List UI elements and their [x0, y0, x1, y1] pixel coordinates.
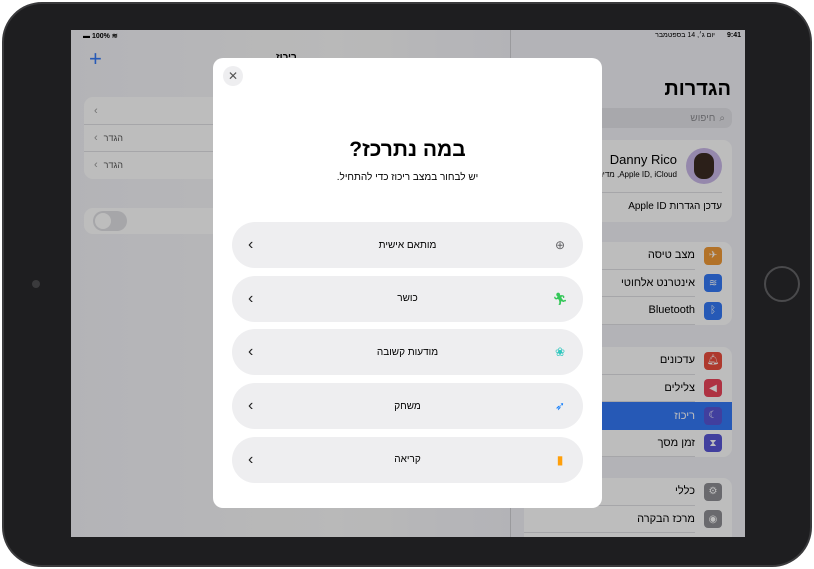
rocket-icon: ➶ — [554, 399, 566, 414]
camera — [32, 280, 40, 288]
modal-subtitle: יש לבחור במצב ריכוז כדי להתחיל. — [336, 172, 479, 183]
focus-option[interactable]: ‹ קריאה ▮ — [232, 436, 583, 483]
modal-title: במה נתרכז? — [349, 138, 466, 161]
book-icon: ▮ — [556, 452, 564, 467]
focus-option[interactable]: ‹ משחק ➶ — [232, 383, 583, 430]
focus-option-label: מותאם אישית — [378, 239, 437, 251]
focus-option[interactable]: ‹ כושר 🏃︎ — [232, 275, 583, 322]
home-button[interactable] — [764, 266, 800, 302]
focus-option-label: כושר — [397, 293, 418, 305]
focus-option-label: קריאה — [394, 454, 421, 466]
plus-circle-icon: ⊕ — [554, 238, 566, 252]
focus-option[interactable]: ‹ מותאם אישית ⊕ — [232, 222, 583, 268]
flower-icon: ❀ — [554, 345, 566, 360]
close-button[interactable]: ✕ — [223, 66, 243, 86]
focus-option[interactable]: ‹ מודעות קשובה ❀ — [232, 329, 583, 376]
close-icon: ✕ — [227, 69, 239, 83]
screen: ▬ 100% ≋ + ריכוז ‹ ‹הגדר ‹הגדר 9:41 יום … — [71, 30, 745, 537]
focus-option-label: מודעות קשובה — [376, 346, 439, 358]
focus-modal: ✕ במה נתרכז? יש לבחור במצב ריכוז כדי להת… — [213, 58, 602, 508]
running-icon: 🏃︎ — [552, 291, 568, 306]
focus-option-label: משחק — [394, 400, 421, 412]
